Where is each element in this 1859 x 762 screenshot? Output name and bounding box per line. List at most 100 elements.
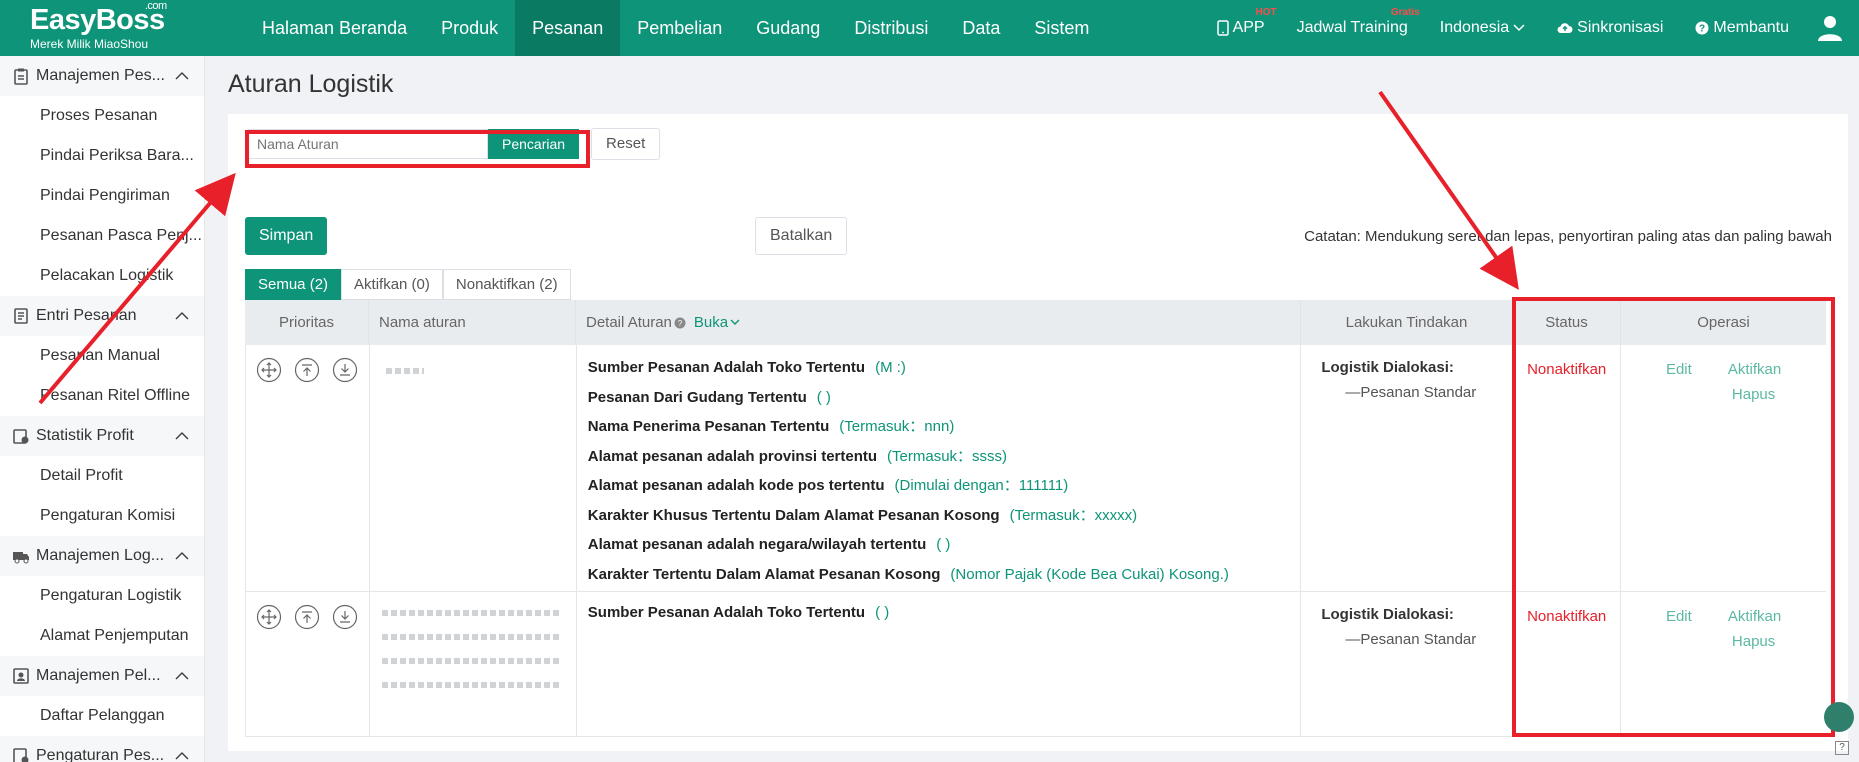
- cloud-upload-icon: [1557, 23, 1573, 34]
- nav-item-warehouse[interactable]: Gudang: [739, 0, 837, 56]
- hot-badge: HOT: [1255, 7, 1277, 18]
- sidebar-item-offline-retail[interactable]: Pesanan Ritel Offline: [0, 376, 204, 416]
- chevron-down-icon: [730, 319, 740, 325]
- rule-name-redacted: [381, 682, 562, 688]
- rule-condition: Sumber Pesanan Adalah Toko Tertentu( ): [587, 604, 890, 621]
- tab-all[interactable]: Semua (2): [245, 269, 342, 300]
- header-action: Lakukan Tindakan: [1301, 300, 1513, 345]
- help-question-icon[interactable]: ?: [1835, 741, 1849, 755]
- move-to-bottom-icon[interactable]: [332, 604, 358, 630]
- sidebar-item-profit-detail[interactable]: Detail Profit: [0, 456, 204, 496]
- svg-text:?: ?: [678, 319, 683, 328]
- tab-enabled[interactable]: Aktifkan (0): [341, 269, 443, 300]
- logo[interactable]: EasyBoss .com Merek Milik MiaoShou: [0, 1, 205, 51]
- rule-name-redacted: [381, 634, 562, 640]
- sidebar-group-label: Pengaturan Pes...: [36, 747, 165, 762]
- header-rule-detail: Detail Aturan ? Buka: [576, 300, 1301, 345]
- chevron-down-icon: [1513, 24, 1525, 32]
- move-to-bottom-icon[interactable]: [332, 357, 358, 383]
- assistant-avatar[interactable]: [1824, 702, 1854, 732]
- drag-move-icon[interactable]: [256, 357, 282, 383]
- header-rule-name: Nama aturan: [369, 300, 576, 345]
- sidebar-group-order-management[interactable]: Manajemen Pes...: [0, 56, 204, 96]
- reset-button[interactable]: Reset: [591, 128, 661, 160]
- sidebar-group-logistics-management[interactable]: Manajemen Log...: [0, 536, 204, 576]
- rule-detail-list: Sumber Pesanan Adalah Toko Tertentu (M :)…: [577, 345, 1302, 591]
- sync-label: Sinkronisasi: [1577, 19, 1664, 36]
- user-avatar-icon[interactable]: [1815, 13, 1845, 43]
- rule-condition: Karakter Tertentu Dalam Alamat Pesanan K…: [587, 565, 1229, 583]
- move-to-top-icon[interactable]: [294, 604, 320, 630]
- sidebar-item-manual-order[interactable]: Pesanan Manual: [0, 336, 204, 376]
- settings-doc-icon: [13, 748, 29, 762]
- chevron-up-icon: [175, 311, 189, 320]
- language-selector[interactable]: Indonesia: [1440, 19, 1525, 37]
- drag-sort-note: Catatan: Mendukung seret dan lepas, peny…: [1304, 228, 1832, 245]
- nav-item-home[interactable]: Halaman Beranda: [245, 0, 424, 56]
- svg-text:?: ?: [1699, 24, 1705, 35]
- rule-name-redacted: [385, 368, 424, 374]
- expand-toggle[interactable]: Buka: [694, 314, 728, 331]
- rule-condition: Pesanan Dari Gudang Tertentu( ): [587, 388, 831, 406]
- action-value: —Pesanan Standar: [1345, 631, 1477, 648]
- drag-move-icon[interactable]: [256, 604, 282, 630]
- sidebar-item-commission-settings[interactable]: Pengaturan Komisi: [0, 496, 204, 536]
- nav-item-orders[interactable]: Pesanan: [515, 0, 621, 56]
- clipboard-icon: [14, 68, 28, 85]
- sidebar-group-label: Manajemen Pes...: [36, 67, 165, 84]
- app-link[interactable]: APP HOT: [1216, 7, 1277, 37]
- header-priority: Prioritas: [245, 300, 369, 345]
- help-label: Membantu: [1713, 19, 1789, 36]
- tab-disabled[interactable]: Nonaktifkan (2): [442, 269, 571, 300]
- chevron-up-icon: [175, 71, 189, 80]
- chevron-up-icon: [175, 551, 189, 560]
- truck-icon: [13, 552, 29, 564]
- sidebar-item-scan-check[interactable]: Pindai Periksa Bara...: [0, 136, 204, 176]
- header-detail-label: Detail Aturan: [586, 314, 672, 331]
- chevron-up-icon: [175, 751, 189, 760]
- nav-item-data[interactable]: Data: [945, 0, 1017, 56]
- main-nav: Halaman Beranda Produk Pesanan Pembelian…: [245, 0, 1106, 56]
- sidebar-item-scan-shipping[interactable]: Pindai Pengiriman: [0, 176, 204, 216]
- help-button[interactable]: ? Membantu: [1695, 19, 1789, 37]
- move-to-top-icon[interactable]: [294, 357, 320, 383]
- cancel-button[interactable]: Batalkan: [755, 217, 848, 255]
- sidebar-group-order-entry[interactable]: Entri Pesanan: [0, 296, 204, 336]
- rule-condition: Karakter Khusus Tertentu Dalam Alamat Pe…: [587, 506, 1138, 524]
- action-title: Logistik Dialokasi:: [1321, 359, 1454, 376]
- chart-icon: [13, 429, 29, 444]
- sidebar-group-customer-management[interactable]: Manajemen Pel...: [0, 656, 204, 696]
- page-title: Aturan Logistik: [228, 70, 394, 98]
- top-right-menu: APP HOT Jadwal Training Gratis Indonesia…: [1201, 0, 1859, 56]
- rule-condition: Alamat pesanan adalah provinsi tertentu(…: [587, 447, 1008, 465]
- nav-item-system[interactable]: Sistem: [1017, 0, 1106, 56]
- sidebar-group-profit-stats[interactable]: Statistik Profit: [0, 416, 204, 456]
- sidebar: Manajemen Pes... Proses Pesanan Pindai P…: [0, 56, 205, 762]
- action-value: —Pesanan Standar: [1345, 384, 1477, 401]
- nav-item-purchasing[interactable]: Pembelian: [620, 0, 739, 56]
- rule-name-redacted: [381, 610, 562, 616]
- training-link[interactable]: Jadwal Training Gratis: [1297, 7, 1420, 37]
- rule-detail-list: Sumber Pesanan Adalah Toko Tertentu( ): [577, 592, 1302, 736]
- question-icon: ?: [1695, 21, 1709, 35]
- sidebar-group-label: Manajemen Log...: [36, 547, 165, 564]
- save-button[interactable]: Simpan: [245, 217, 328, 255]
- language-label: Indonesia: [1439, 19, 1510, 36]
- sidebar-group-order-settings[interactable]: Pengaturan Pes...: [0, 736, 204, 762]
- top-navigation-bar: EasyBoss .com Merek Milik MiaoShou Halama…: [0, 0, 1859, 56]
- sidebar-item-customer-list[interactable]: Daftar Pelanggan: [0, 696, 204, 736]
- rule-condition: Alamat pesanan adalah negara/wilayah ter…: [587, 536, 951, 553]
- contact-card-icon: [13, 668, 29, 684]
- sync-button[interactable]: Sinkronisasi: [1557, 19, 1663, 37]
- sidebar-item-pickup-address[interactable]: Alamat Penjemputan: [0, 616, 204, 656]
- question-circle-icon[interactable]: ?: [674, 317, 686, 329]
- chevron-up-icon: [175, 431, 189, 440]
- free-badge: Gratis: [1390, 7, 1420, 18]
- nav-item-products[interactable]: Produk: [424, 0, 515, 56]
- sidebar-item-process-orders[interactable]: Proses Pesanan: [0, 96, 204, 136]
- sidebar-item-logistics-settings[interactable]: Pengaturan Logistik: [0, 576, 204, 616]
- sidebar-item-logistics-tracking[interactable]: Pelacakan Logistik: [0, 256, 204, 296]
- rule-condition: Nama Penerima Pesanan Tertentu (Termasuk：…: [587, 418, 955, 435]
- nav-item-distribution[interactable]: Distribusi: [837, 0, 945, 56]
- sidebar-item-after-sales[interactable]: Pesanan Pasca Penj...: [0, 216, 204, 256]
